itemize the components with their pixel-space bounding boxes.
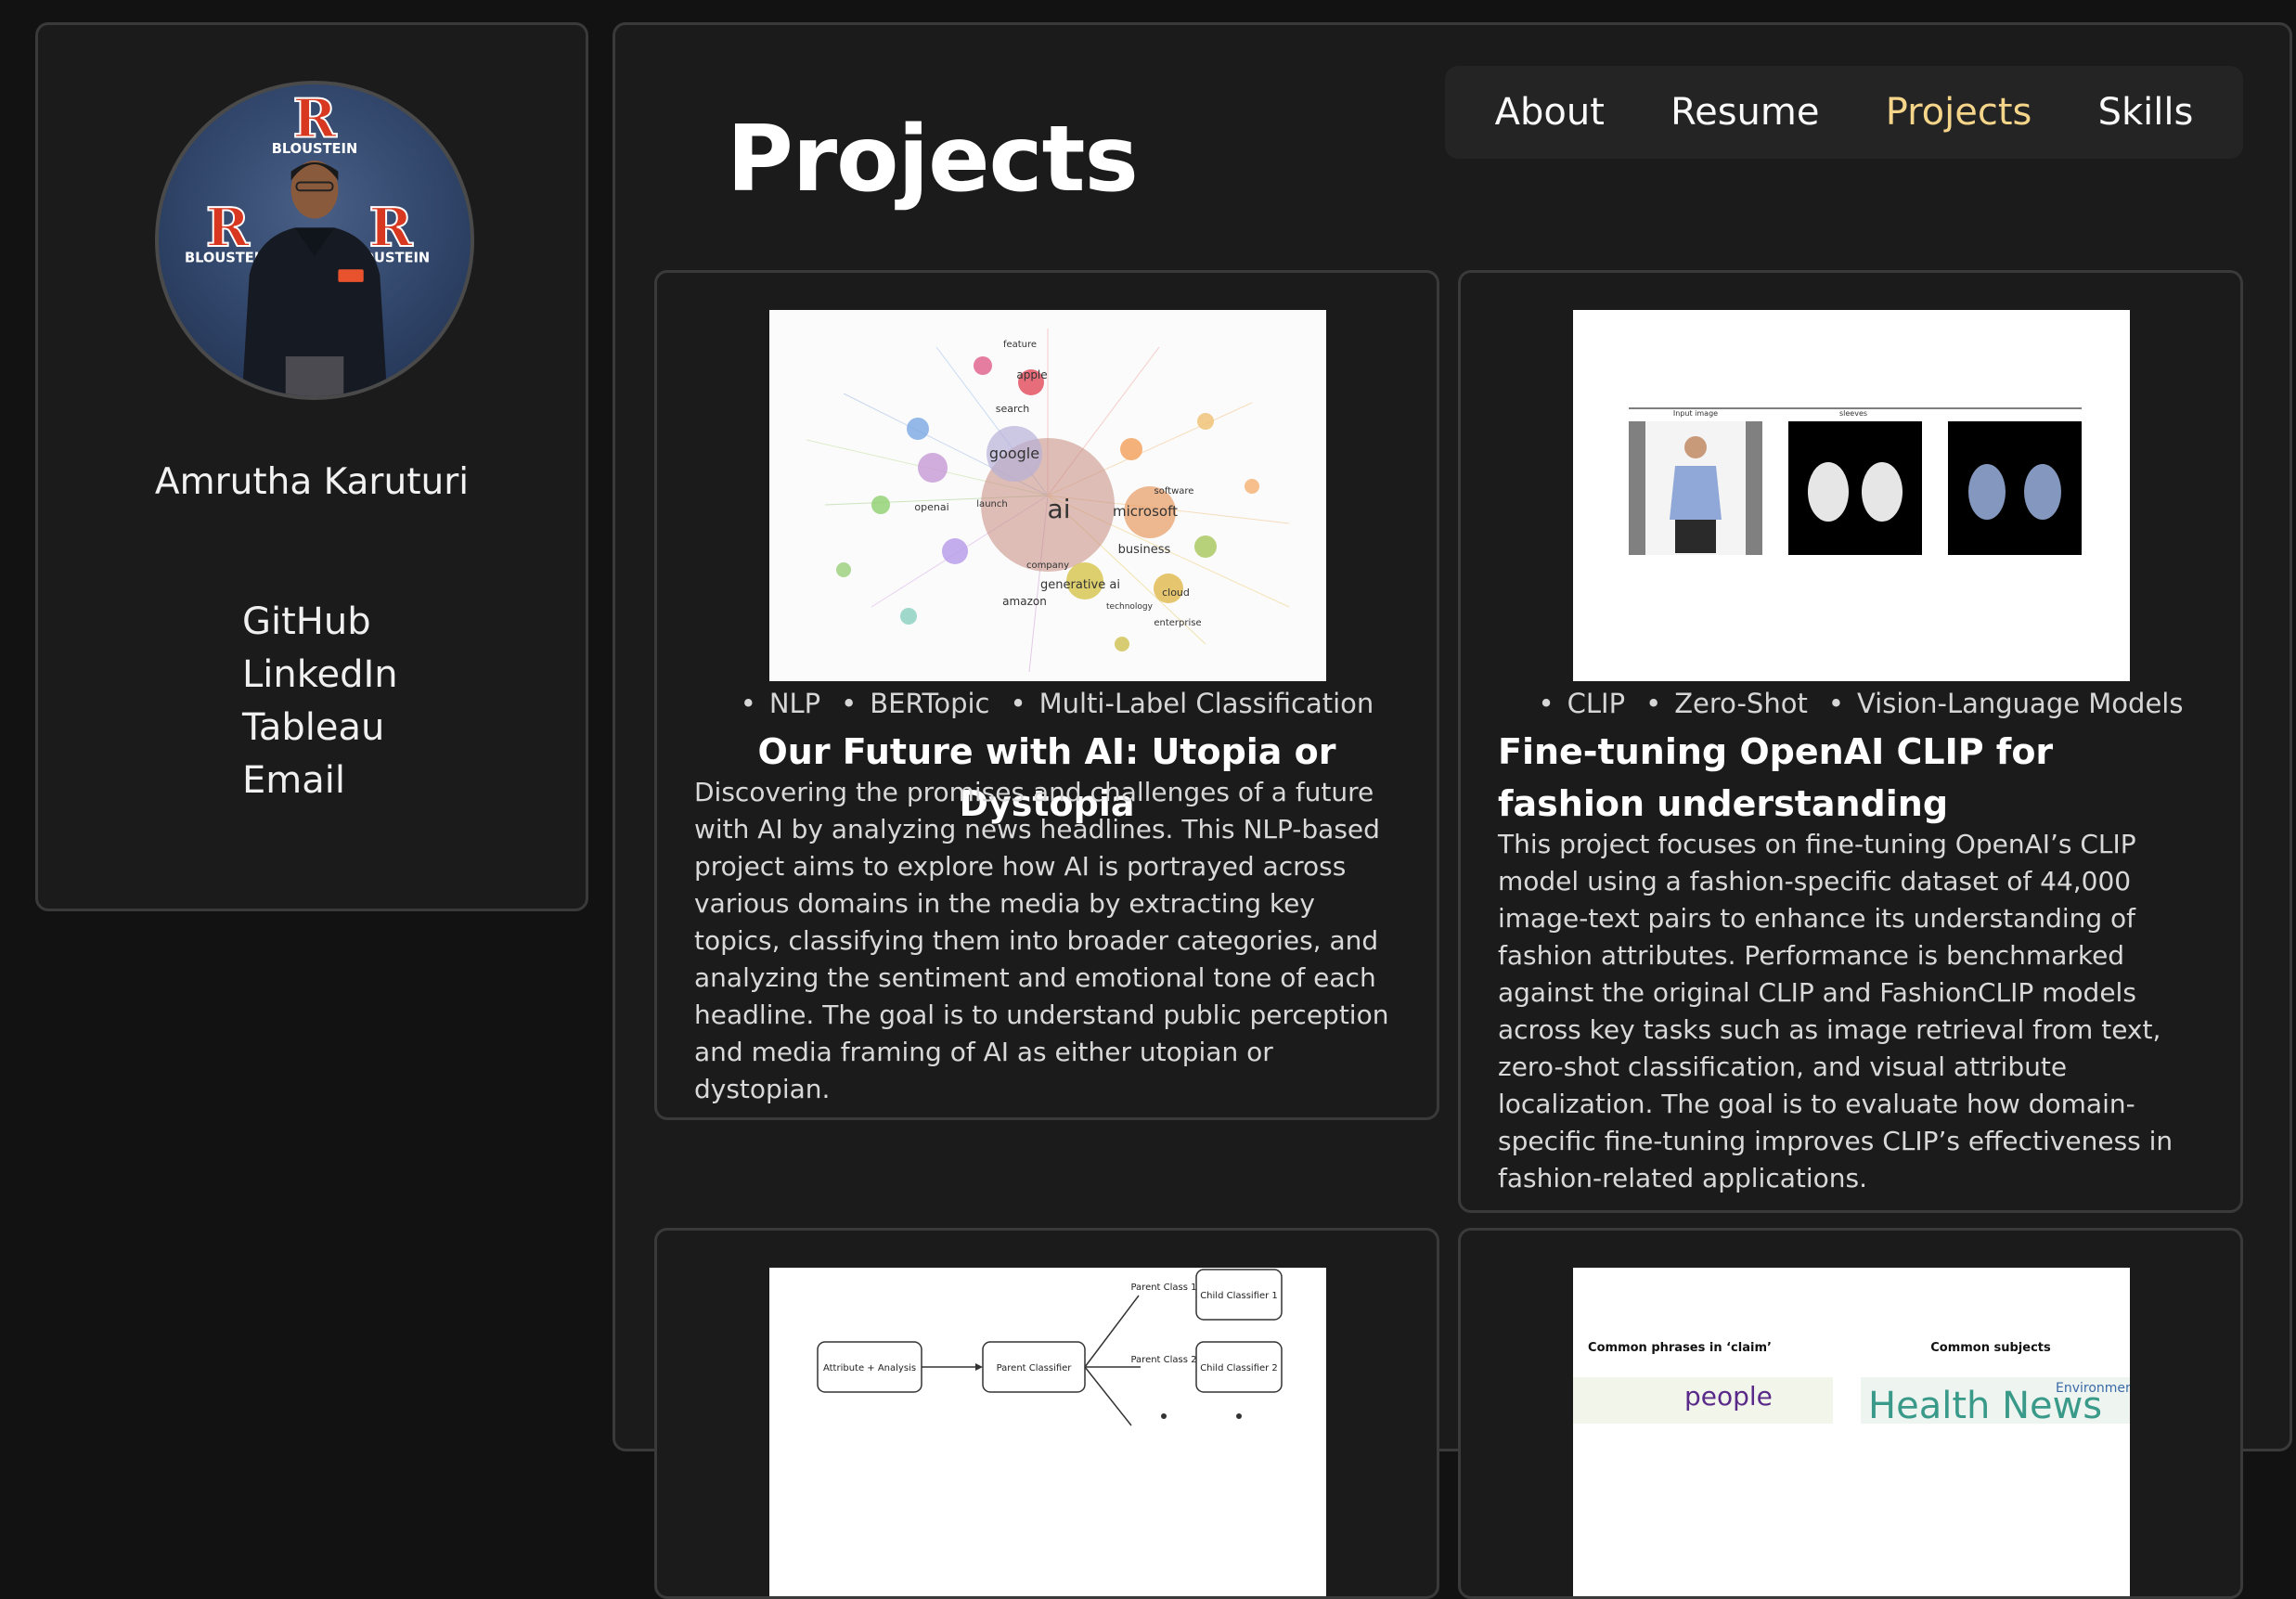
svg-text:launch: launch (976, 499, 1007, 509)
svg-text:technology: technology (1106, 602, 1154, 612)
svg-text:cloud: cloud (1162, 587, 1190, 599)
svg-text:software: software (1154, 486, 1194, 496)
project-card[interactable]: ai google microsoft generative ai busine… (654, 270, 1439, 1120)
tag: Vision-Language Models (1808, 688, 2184, 719)
nav-skills[interactable]: Skills (2098, 91, 2194, 134)
profile-sidebar: R BLOUSTEIN R BLOUSTEIN R OUSTEIN Amruth… (35, 22, 588, 911)
social-links: GitHub LinkedIn Tableau Email (242, 596, 398, 807)
svg-text:apple: apple (1016, 368, 1047, 381)
project-image: Attribute + Analysis Parent Classifier P… (769, 1268, 1326, 1596)
project-description: Discovering the promises and challenges … (694, 777, 1389, 1104)
tag: Multi-Label Classification (989, 688, 1374, 719)
tag: CLIP (1518, 688, 1626, 719)
svg-text:people: people (1684, 1381, 1773, 1412)
svg-text:business: business (1118, 543, 1171, 557)
page-title: Projects (727, 107, 1139, 213)
email-link[interactable]: Email (242, 754, 398, 807)
image-label: Attribute + Analysis (823, 1363, 916, 1373)
tag: Zero-Shot (1625, 688, 1808, 719)
project-image: ai google microsoft generative ai busine… (769, 310, 1326, 681)
svg-text:Environment: Environment (2056, 1381, 2130, 1396)
svg-text:Child Classifier 1: Child Classifier 1 (1200, 1291, 1278, 1301)
linkedin-link[interactable]: LinkedIn (242, 649, 398, 702)
image-label: Common phrases in ‘claim’ (1588, 1341, 1772, 1355)
project-card[interactable]: Attribute + Analysis Parent Classifier P… (654, 1228, 1439, 1599)
tag: NLP (720, 688, 820, 719)
logo-org-top: BLOUSTEIN (272, 141, 358, 157)
svg-text:Common subjects: Common subjects (1930, 1341, 2051, 1355)
svg-text:enterprise: enterprise (1154, 618, 1201, 628)
profile-name: Amrutha Karuturi (154, 461, 470, 503)
main-panel: Projects About Resume Projects Skills ai… (613, 22, 2292, 1599)
project-image: Input image sleeves (1573, 310, 2130, 681)
project-tags: NLPBERTopicMulti-Label Classification (657, 688, 1437, 719)
project-image: Common phrases in ‘claim’ Common subject… (1573, 1268, 2130, 1596)
svg-text:sleeves: sleeves (1839, 409, 1867, 418)
top-nav: About Resume Projects Skills (1445, 66, 2243, 159)
svg-text:Child Classifier 2: Child Classifier 2 (1200, 1363, 1278, 1373)
svg-text:company: company (1026, 561, 1069, 571)
nav-projects[interactable]: Projects (1886, 91, 2032, 134)
project-card[interactable]: Input image sleeves CLIPZero-ShotVision-… (1458, 270, 2243, 1213)
avatar: R BLOUSTEIN R BLOUSTEIN R OUSTEIN (155, 81, 474, 400)
project-title[interactable]: Fine-tuning OpenAI CLIP for fashion unde… (1498, 726, 2203, 830)
nav-about[interactable]: About (1495, 91, 1605, 134)
svg-text:generative ai: generative ai (1040, 578, 1120, 592)
svg-text:microsoft: microsoft (1113, 503, 1178, 520)
nav-resume[interactable]: Resume (1670, 91, 1819, 134)
svg-text:amazon: amazon (1002, 595, 1047, 608)
svg-text:Parent Class 1: Parent Class 1 (1130, 1283, 1196, 1293)
tag: BERTopic (820, 688, 989, 719)
tableau-link[interactable]: Tableau (242, 702, 398, 754)
github-link[interactable]: GitHub (242, 596, 398, 649)
svg-text:google: google (989, 445, 1039, 462)
project-card[interactable]: Common phrases in ‘claim’ Common subject… (1458, 1228, 2243, 1599)
svg-text:Parent Classifier: Parent Classifier (997, 1363, 1073, 1373)
svg-text:openai: openai (914, 501, 948, 513)
image-label: ai (1048, 494, 1071, 524)
project-tags: CLIPZero-ShotVision-Language Models (1461, 688, 2240, 719)
svg-text:feature: feature (1003, 340, 1037, 350)
svg-text:search: search (996, 403, 1030, 415)
image-label: Input image (1673, 409, 1718, 418)
svg-text:Parent Class 2: Parent Class 2 (1130, 1355, 1196, 1365)
project-description: This project focuses on fine-tuning Open… (1498, 829, 2173, 1193)
